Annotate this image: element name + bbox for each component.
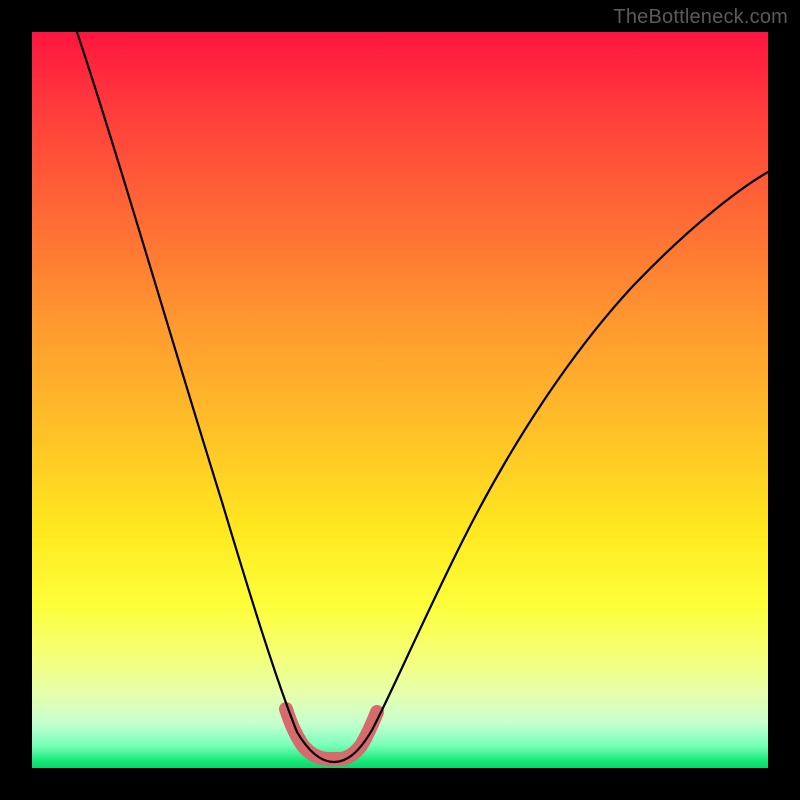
chart-frame: TheBottleneck.com — [0, 0, 800, 800]
bottleneck-curve — [77, 32, 768, 762]
optimal-range-highlight — [286, 709, 377, 759]
watermark-text: TheBottleneck.com — [613, 6, 788, 29]
curve-svg — [32, 32, 768, 768]
plot-area — [32, 32, 768, 768]
